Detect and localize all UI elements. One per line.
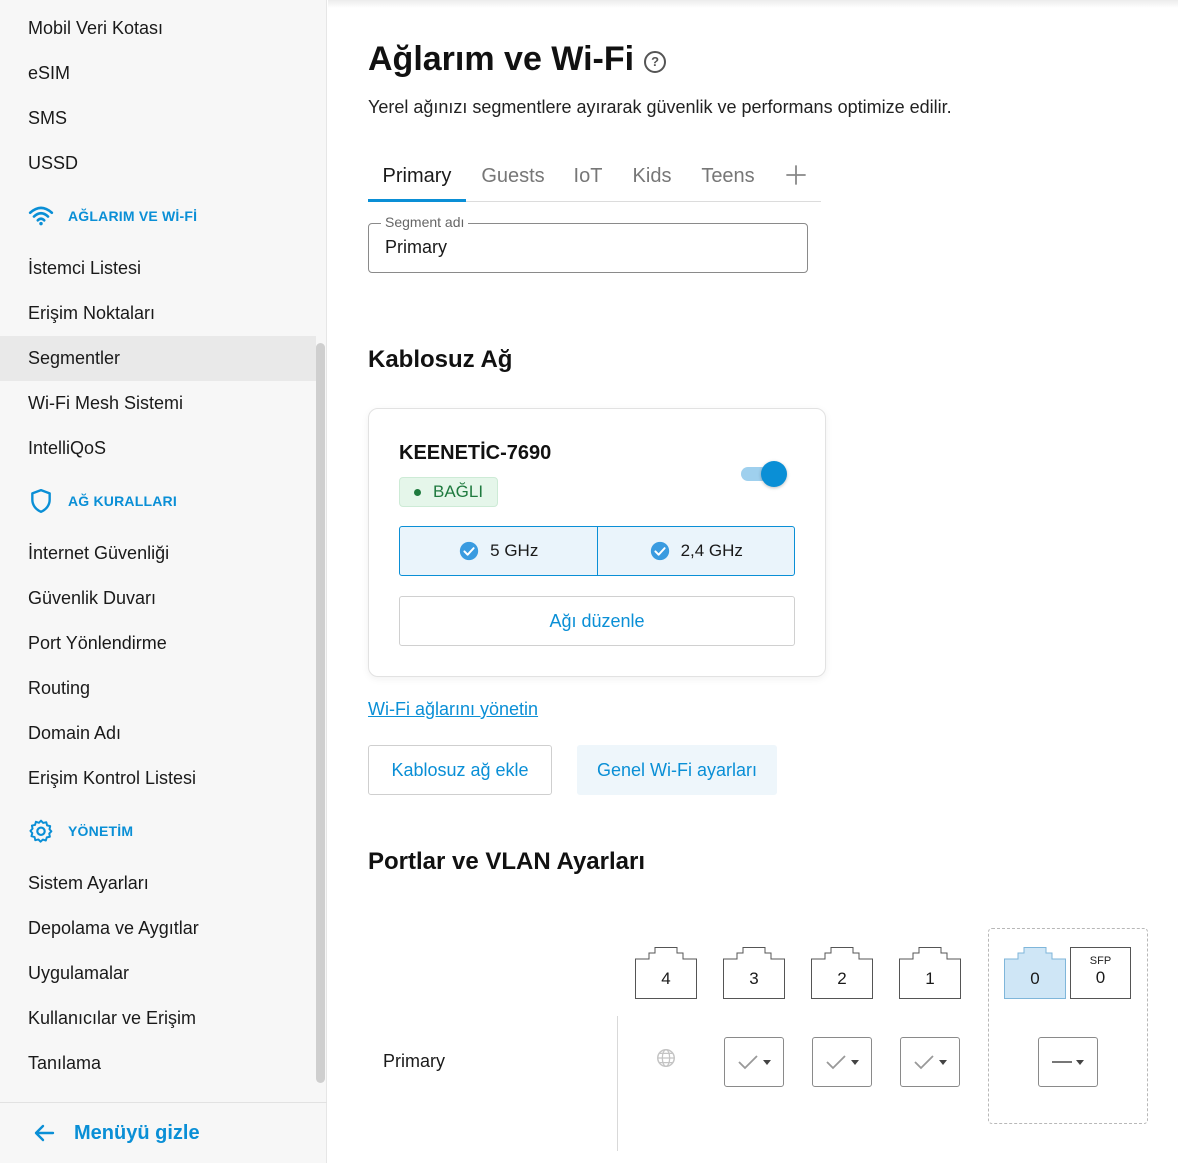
sidebar-item-port-forwarding[interactable]: Port Yönlendirme — [0, 621, 316, 666]
vlan-row-segment-label: Primary — [383, 1051, 445, 1071]
segment-name-legend: Segment adı — [381, 214, 469, 230]
band-5ghz[interactable]: 5 GHz — [400, 527, 597, 575]
general-wifi-settings-button[interactable]: Genel Wi-Fi ayarları — [577, 745, 777, 795]
vlan-divider — [617, 1016, 618, 1151]
tab-kids[interactable]: Kids — [624, 150, 680, 201]
band-24ghz-label: 2,4 GHz — [680, 541, 743, 560]
arrow-left-icon — [34, 1124, 55, 1142]
toggle-knob — [761, 461, 787, 487]
checkmark-icon — [826, 1055, 846, 1070]
sidebar-item-mobile-data-quota[interactable]: Mobil Veri Kotası — [0, 6, 316, 51]
hide-menu-button[interactable]: Menüyü gizle — [0, 1102, 327, 1163]
wifi-enable-toggle[interactable] — [741, 460, 787, 488]
manage-wifi-link[interactable]: Wi-Fi ağlarını yönetin — [368, 699, 538, 720]
page-title: Ağlarım ve Wi-Fi ? — [368, 40, 667, 79]
segment-name-field[interactable]: Segment adı Primary — [368, 214, 808, 273]
tab-iot[interactable]: IoT — [565, 150, 611, 201]
sidebar-item-storage-devices[interactable]: Depolama ve Aygıtlar — [0, 906, 316, 951]
sidebar-item-domain-name[interactable]: Domain Adı — [0, 711, 316, 756]
sidebar-group-networks[interactable]: AĞLARIM VE Wİ-Fİ — [28, 200, 308, 232]
chevron-down-icon — [1076, 1059, 1084, 1065]
port-number: 0 — [1030, 969, 1040, 988]
sidebar-item-ussd[interactable]: USSD — [0, 141, 316, 186]
check-circle-icon — [650, 541, 669, 561]
sidebar-item-intelliqos[interactable]: IntelliQoS — [0, 426, 316, 471]
sidebar-group-rules-title: AĞ KURALLARI — [68, 493, 177, 509]
page-description: Yerel ağınızı segmentlere ayırarak güven… — [368, 97, 952, 117]
hide-menu-label: Menüyü gizle — [74, 1121, 200, 1144]
sfp-port[interactable]: SFP 0 — [1070, 947, 1131, 999]
segment-tabs: Primary Guests IoT Kids Teens — [368, 150, 821, 202]
top-shadow — [328, 0, 1178, 8]
ssid-label: KEENETİC-7690 — [399, 442, 552, 464]
sidebar-item-client-list[interactable]: İstemci Listesi — [0, 246, 316, 291]
sidebar-item-firewall[interactable]: Güvenlik Duvarı — [0, 576, 316, 621]
segment-name-value[interactable]: Primary — [385, 237, 447, 258]
globe-icon — [657, 1049, 675, 1067]
band-5ghz-label: 5 GHz — [490, 541, 539, 560]
sidebar-item-routing[interactable]: Routing — [0, 666, 316, 711]
sfp-port-number: 0 — [1095, 968, 1106, 987]
port-number: 4 — [661, 969, 671, 988]
band-24ghz[interactable]: 2,4 GHz — [596, 527, 795, 575]
sidebar-item-diagnostics[interactable]: Tanılama — [0, 1041, 316, 1086]
ethernet-port-1[interactable]: 1 — [899, 947, 961, 999]
status-text: BAĞLI — [433, 482, 484, 501]
tab-teens[interactable]: Teens — [693, 150, 763, 201]
sidebar-item-wifi-mesh[interactable]: Wi-Fi Mesh Sistemi — [0, 381, 316, 426]
status-dot-icon — [414, 488, 421, 496]
ports-section-title: Portlar ve VLAN Ayarları — [368, 848, 645, 875]
sidebar-group-networks-title: AĞLARIM VE Wİ-Fİ — [68, 208, 198, 224]
sidebar-group-admin-title: YÖNETİM — [68, 823, 134, 839]
ethernet-port-3[interactable]: 3 — [723, 947, 785, 999]
chevron-down-icon — [851, 1059, 859, 1065]
checkmark-icon — [914, 1055, 934, 1070]
dash-icon — [1052, 1061, 1072, 1063]
wan-vlan-select[interactable] — [1038, 1037, 1098, 1087]
sidebar-item-system-settings[interactable]: Sistem Ayarları — [0, 861, 316, 906]
sidebar-item-esim[interactable]: eSIM — [0, 51, 316, 96]
wifi-icon — [28, 206, 54, 226]
ethernet-port-2[interactable]: 2 — [811, 947, 873, 999]
chevron-down-icon — [939, 1059, 947, 1065]
help-icon[interactable]: ? — [644, 50, 667, 73]
tab-primary[interactable]: Primary — [368, 150, 466, 202]
band-selector: 5 GHz 2,4 GHz — [399, 526, 795, 576]
port-1-vlan-select[interactable] — [900, 1037, 960, 1087]
wireless-section-title: Kablosuz Ağ — [368, 346, 513, 373]
sidebar-item-users-access[interactable]: Kullanıcılar ve Erişim — [0, 996, 316, 1041]
add-segment-icon[interactable] — [784, 163, 808, 187]
port-3-vlan-select[interactable] — [724, 1037, 784, 1087]
sidebar: Mobil Veri Kotası eSIM SMS USSD AĞLARIM … — [0, 0, 327, 1163]
sidebar-item-sms[interactable]: SMS — [0, 96, 316, 141]
wifi-network-card: KEENETİC-7690 BAĞLI 5 GHz 2,4 GHz Ağı dü… — [368, 408, 826, 677]
checkmark-icon — [738, 1055, 758, 1070]
sidebar-group-rules[interactable]: AĞ KURALLARI — [28, 485, 308, 517]
sidebar-item-access-control-list[interactable]: Erişim Kontrol Listesi — [0, 756, 316, 801]
port-number: 3 — [749, 969, 759, 988]
sidebar-item-applications[interactable]: Uygulamalar — [0, 951, 316, 996]
sidebar-item-internet-security[interactable]: İnternet Güvenliği — [0, 531, 316, 576]
ethernet-port-4[interactable]: 4 — [635, 947, 697, 999]
sfp-tag: SFP — [1089, 955, 1112, 967]
page-title-text: Ağlarım ve Wi-Fi — [368, 40, 635, 78]
edit-network-button[interactable]: Ağı düzenle — [399, 596, 795, 646]
port-2-vlan-select[interactable] — [812, 1037, 872, 1087]
sidebar-item-access-points[interactable]: Erişim Noktaları — [0, 291, 316, 336]
ethernet-port-0[interactable]: 0 — [1004, 947, 1066, 999]
tab-guests[interactable]: Guests — [473, 150, 553, 201]
port-number: 1 — [925, 969, 935, 988]
gear-icon — [29, 819, 53, 843]
sidebar-group-admin[interactable]: YÖNETİM — [28, 815, 308, 847]
chevron-down-icon — [763, 1059, 771, 1065]
sidebar-item-segments[interactable]: Segmentler — [0, 336, 316, 381]
add-wireless-button[interactable]: Kablosuz ağ ekle — [368, 745, 552, 795]
shield-icon — [31, 488, 51, 514]
status-badge: BAĞLI — [399, 477, 499, 507]
check-circle-icon — [459, 541, 479, 561]
sidebar-scrollbar[interactable] — [316, 343, 325, 1083]
port-number: 2 — [837, 969, 847, 988]
